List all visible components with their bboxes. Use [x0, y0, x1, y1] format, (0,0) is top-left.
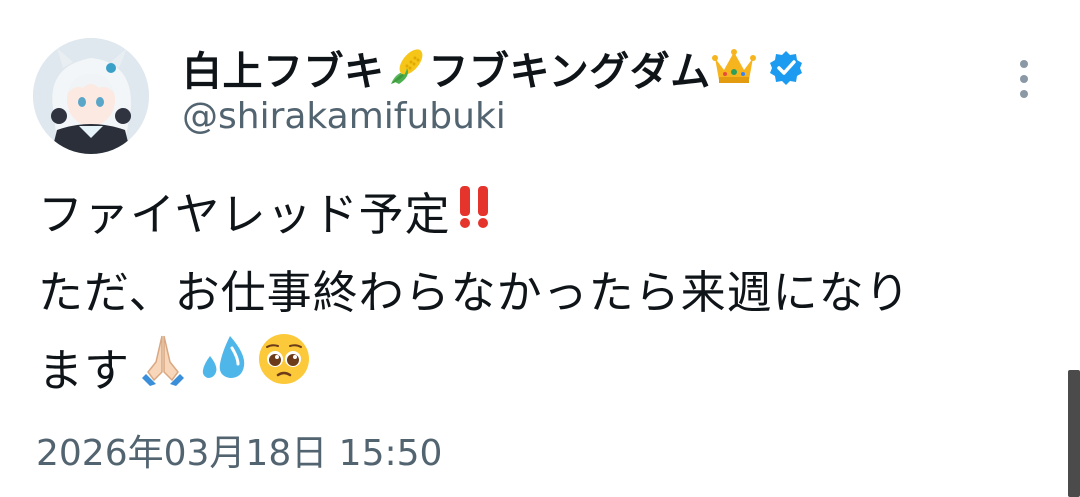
- more-dot: [1020, 75, 1028, 83]
- post-line-3: ます: [38, 332, 911, 410]
- scrollbar[interactable]: [1068, 370, 1080, 497]
- post-timestamp[interactable]: 2026年03月18日 15:50: [36, 424, 442, 476]
- author-handle[interactable]: @shirakamifubuki: [182, 96, 506, 137]
- double-exclamation-icon: [455, 176, 495, 254]
- sweat-droplets-icon: [196, 332, 250, 410]
- post-line-3-text: ます: [38, 344, 131, 397]
- post-line-1: ファイヤレッド予定: [38, 176, 911, 254]
- folded-hands-icon: [136, 332, 190, 410]
- corn-icon: [385, 44, 429, 92]
- more-options-icon[interactable]: [1006, 56, 1042, 102]
- author-name-part-1: 白上フブキ: [182, 49, 385, 95]
- verified-badge-icon: [767, 49, 805, 87]
- post-line-2: ただ、お仕事終わらなかったら来週になり: [38, 254, 911, 332]
- more-dot: [1020, 90, 1028, 98]
- post-text: ファイヤレッド予定 ただ、お仕事終わらなかったら来週になり ます: [38, 176, 911, 410]
- more-dot: [1020, 60, 1028, 68]
- post-line-1-text: ファイヤレッド予定: [38, 188, 451, 241]
- crown-icon: [711, 46, 757, 90]
- post-line-2-text: ただ、お仕事終わらなかったら来週になり: [38, 266, 911, 319]
- author-name-part-2: フブキングダム: [428, 49, 711, 95]
- author-display-name[interactable]: 白上フブキ フブキングダム: [182, 40, 805, 96]
- avatar[interactable]: [33, 38, 149, 154]
- pleading-face-icon: [256, 331, 312, 411]
